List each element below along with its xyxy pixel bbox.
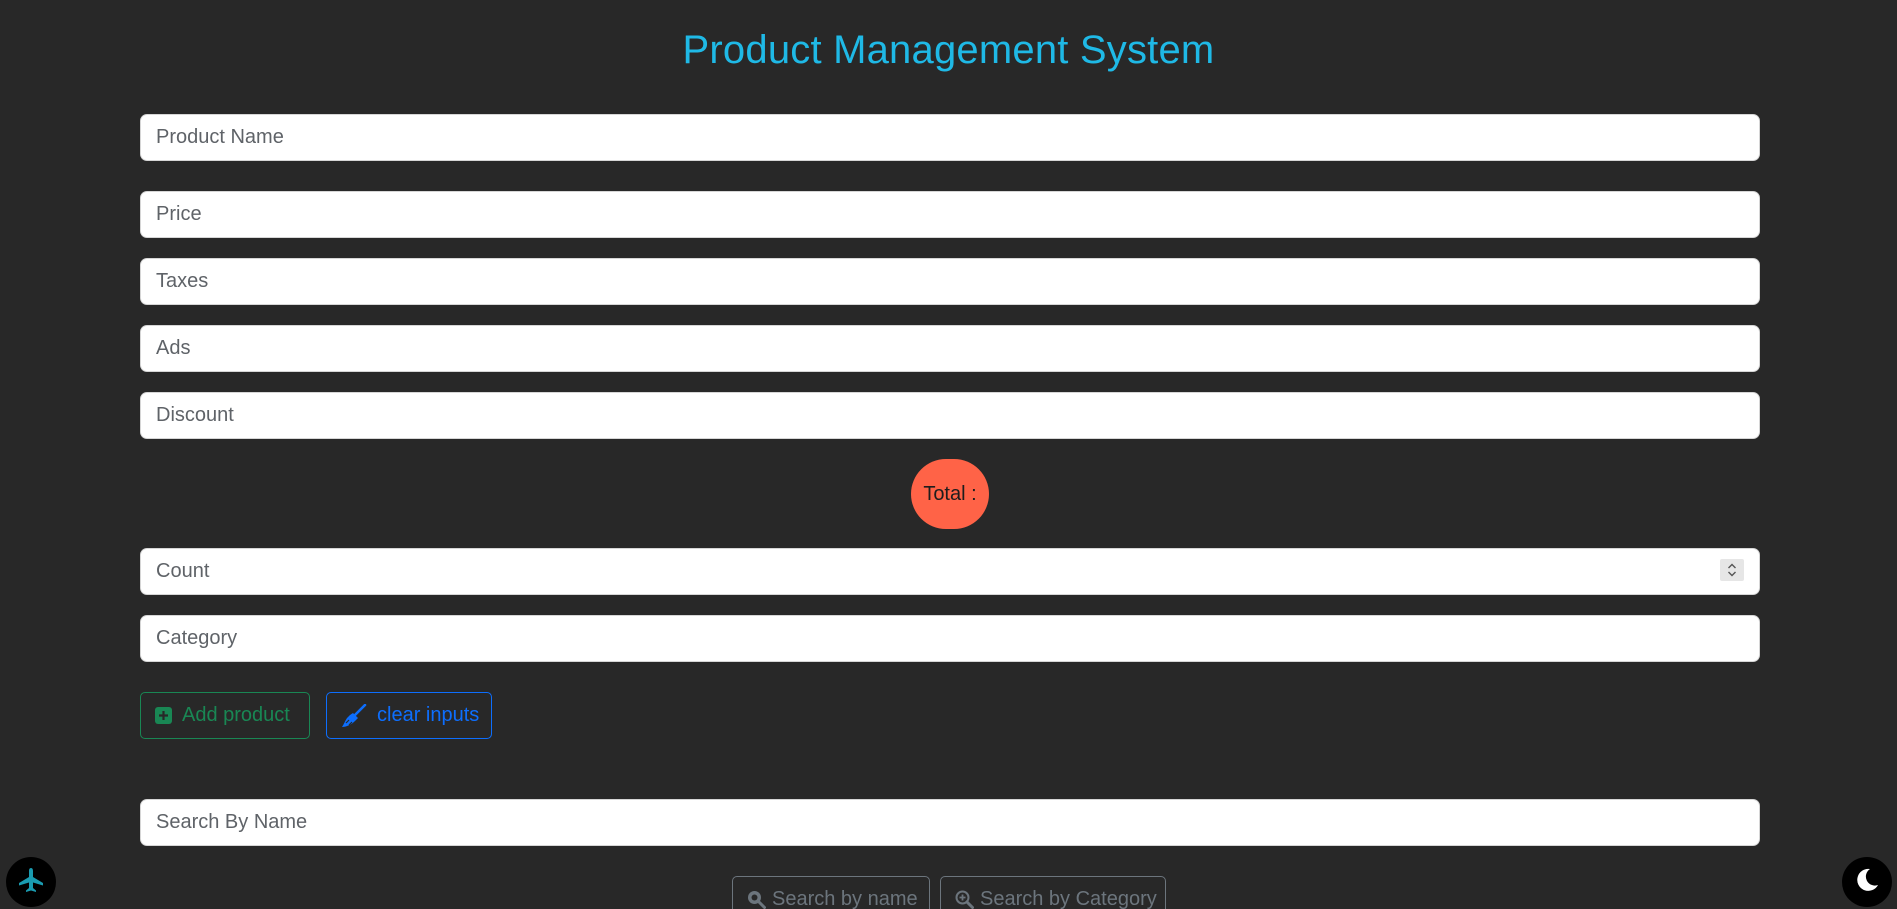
search-plus-icon	[955, 890, 974, 909]
plane-icon	[17, 866, 45, 899]
page: Product Management System Total : Add pr…	[0, 0, 1897, 909]
category-input[interactable]	[140, 615, 1760, 662]
theme-toggle-button[interactable]	[1842, 857, 1892, 907]
broom-icon	[341, 703, 367, 728]
add-product-button[interactable]: Add product	[140, 692, 310, 739]
plus-square-icon	[155, 707, 172, 724]
count-spinner[interactable]	[1720, 559, 1744, 581]
search-by-name-label: Search by name	[772, 888, 918, 909]
moon-icon	[1854, 867, 1880, 898]
total-label: Total :	[923, 482, 977, 505]
discount-input[interactable]	[140, 392, 1760, 439]
price-input[interactable]	[140, 191, 1760, 238]
count-input[interactable]	[140, 548, 1760, 595]
taxes-input[interactable]	[140, 258, 1760, 305]
search-icon	[747, 890, 766, 909]
add-product-label: Add product	[182, 704, 290, 726]
clear-inputs-button[interactable]: clear inputs	[326, 692, 492, 739]
product-name-input[interactable]	[140, 114, 1760, 161]
page-title: Product Management System	[682, 28, 1215, 72]
ads-input[interactable]	[140, 325, 1760, 372]
search-by-name-button[interactable]: Search by name	[732, 876, 930, 909]
search-by-category-button[interactable]: Search by Category	[940, 876, 1166, 909]
spinner-arrows-icon	[1728, 563, 1736, 577]
clear-inputs-label: clear inputs	[377, 704, 480, 726]
search-by-category-label: Search by Category	[980, 888, 1157, 909]
search-input[interactable]	[140, 799, 1760, 846]
total-badge: Total :	[911, 459, 989, 529]
scroll-top-button[interactable]	[6, 857, 56, 907]
